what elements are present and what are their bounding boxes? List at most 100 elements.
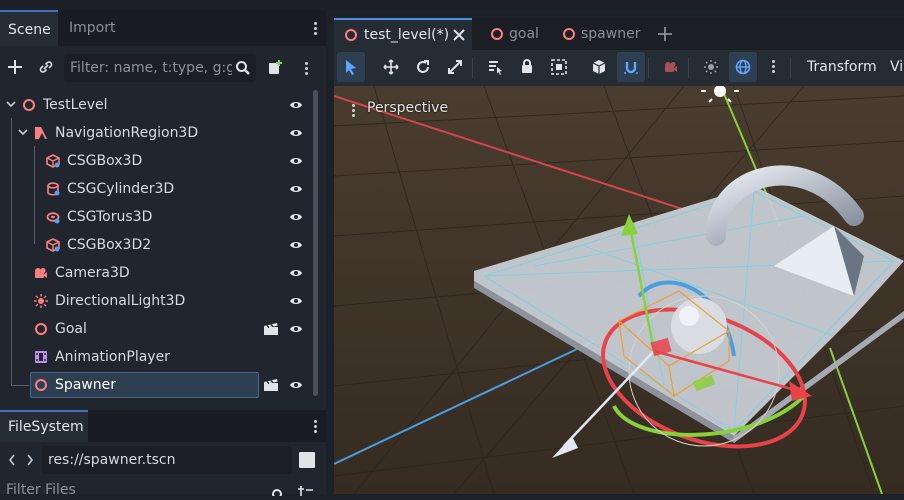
- tab-test-level[interactable]: test_level(*): [334, 18, 472, 50]
- tree-item-csgcylinder3d[interactable]: CSGCylinder3D: [0, 175, 312, 203]
- visibility-eye-icon[interactable]: [289, 322, 303, 336]
- viewport-scene-render: [334, 86, 904, 494]
- 3d-viewport[interactable]: Perspective: [334, 86, 904, 494]
- instantiate-scene-button[interactable]: [37, 58, 55, 76]
- toolbar-divider: [688, 58, 689, 78]
- visibility-eye-icon[interactable]: [289, 238, 303, 252]
- node3d-icon: [345, 29, 357, 41]
- tab-import[interactable]: Import: [61, 10, 147, 46]
- script-add-icon: [269, 60, 282, 74]
- cube-icon: [592, 60, 606, 74]
- local-space-button[interactable]: [585, 52, 613, 82]
- tree-item-animationplayer[interactable]: AnimationPlayer: [0, 343, 312, 371]
- rotate-icon: [417, 60, 429, 73]
- node3d-icon: [35, 323, 47, 335]
- move-mode-button[interactable]: [377, 52, 405, 82]
- camera-icon: [35, 268, 47, 278]
- visibility-eye-icon[interactable]: [289, 126, 303, 140]
- move-icon: [383, 59, 399, 75]
- visibility-eye-icon[interactable]: [289, 154, 303, 168]
- filesystem-menu-icon[interactable]: [314, 418, 318, 435]
- scale-icon: [448, 60, 462, 74]
- tree-item-csgbox3d2[interactable]: CSGBox3D2: [0, 231, 312, 259]
- visibility-eye-icon[interactable]: [289, 98, 303, 112]
- node3d-icon: [23, 99, 35, 111]
- snap-magnet-icon: [624, 62, 638, 74]
- close-icon[interactable]: [453, 29, 465, 41]
- tab-scene[interactable]: Scene: [0, 10, 58, 46]
- scene-tree-menu-icon[interactable]: [305, 60, 309, 77]
- tab-spawner[interactable]: spawner: [552, 18, 642, 50]
- open-in-editor-icon[interactable]: [263, 378, 279, 392]
- lock-icon: [522, 59, 532, 73]
- group-button[interactable]: [545, 52, 573, 82]
- tree-item-csgtorus3d[interactable]: CSGTorus3D: [0, 203, 312, 231]
- link-icon: [39, 61, 53, 73]
- open-in-editor-icon[interactable]: [263, 322, 279, 336]
- tab-label: test_level(*): [364, 27, 450, 43]
- csg-box-icon: [46, 238, 60, 252]
- visibility-eye-icon[interactable]: [289, 210, 303, 224]
- tab-goal[interactable]: goal: [480, 18, 548, 50]
- snap-button[interactable]: [617, 52, 645, 82]
- filesystem-path-field[interactable]: res://spawner.tscn: [42, 446, 292, 474]
- tree-item-label: Camera3D: [55, 265, 130, 281]
- tree-item-label: CSGBox3D2: [67, 237, 152, 253]
- back-icon[interactable]: [6, 452, 18, 468]
- scene-tree-scrollbar[interactable]: [313, 90, 318, 396]
- plus-icon: [658, 27, 672, 41]
- search-icon: [270, 484, 284, 499]
- environment-menu-icon[interactable]: [772, 58, 776, 75]
- tab-filesystem[interactable]: FileSystem: [0, 410, 88, 442]
- chevron-down-icon[interactable]: [18, 127, 28, 137]
- preview-environment-button[interactable]: [729, 52, 757, 82]
- viewport-perspective-label[interactable]: Perspective: [367, 98, 448, 118]
- preview-sun-button[interactable]: [697, 52, 725, 82]
- filesystem-filter-input[interactable]: Filter Files: [6, 482, 76, 498]
- transform-menu[interactable]: Transform: [807, 50, 877, 86]
- csg-cylinder-icon: [47, 182, 60, 196]
- tree-item-spawner[interactable]: Spawner: [0, 371, 312, 399]
- lock-button[interactable]: [513, 52, 541, 82]
- chevron-down-icon[interactable]: [6, 99, 16, 109]
- scene-filter-input[interactable]: [64, 54, 256, 82]
- visibility-eye-icon[interactable]: [289, 294, 303, 308]
- sort-icon[interactable]: [298, 484, 314, 496]
- add-scene-tab-button[interactable]: [657, 26, 673, 42]
- tab-label: spawner: [581, 26, 641, 42]
- toggle-split-mode-icon[interactable]: [299, 452, 315, 468]
- tree-item-directionallight3d[interactable]: DirectionalLight3D: [0, 287, 312, 315]
- tree-item-label: CSGBox3D: [67, 153, 143, 169]
- tree-item-label: Spawner: [55, 377, 117, 393]
- tree-item-navigationregion3d[interactable]: NavigationRegion3D: [0, 119, 312, 147]
- csg-box-icon: [46, 154, 60, 168]
- scene-dock-menu-icon[interactable]: [314, 20, 318, 37]
- toolbar-divider: [472, 58, 473, 78]
- scale-mode-button[interactable]: [441, 52, 469, 82]
- forward-icon[interactable]: [24, 452, 36, 468]
- rotate-mode-button[interactable]: [409, 52, 437, 82]
- add-node-button[interactable]: [6, 58, 24, 76]
- light-icon: [34, 294, 48, 308]
- tree-item-camera3d[interactable]: Camera3D: [0, 259, 312, 287]
- view-menu[interactable]: Vi: [890, 50, 903, 86]
- tree-item-label: NavigationRegion3D: [55, 125, 199, 141]
- list-select-button[interactable]: [481, 52, 509, 82]
- tree-item-label: Goal: [55, 321, 87, 337]
- visibility-eye-icon[interactable]: [289, 182, 303, 196]
- visibility-eye-icon[interactable]: [289, 378, 303, 392]
- select-mode-button[interactable]: [337, 52, 365, 82]
- camera-preview-button[interactable]: [657, 52, 685, 82]
- toolbar-divider: [790, 58, 791, 78]
- node3d-icon: [563, 28, 575, 40]
- top-menu-strip: [0, 0, 904, 10]
- toolbar-divider: [648, 58, 649, 78]
- list-select-icon: [489, 61, 502, 75]
- navigation-region-icon: [35, 127, 47, 139]
- tree-item-goal[interactable]: Goal: [0, 315, 312, 343]
- tree-item-csgbox3d[interactable]: CSGBox3D: [0, 147, 312, 175]
- tree-item-testlevel[interactable]: TestLevel: [0, 91, 312, 119]
- visibility-eye-icon[interactable]: [289, 266, 303, 280]
- viewport-menu-icon[interactable]: [352, 102, 356, 119]
- attach-script-button[interactable]: [266, 58, 284, 76]
